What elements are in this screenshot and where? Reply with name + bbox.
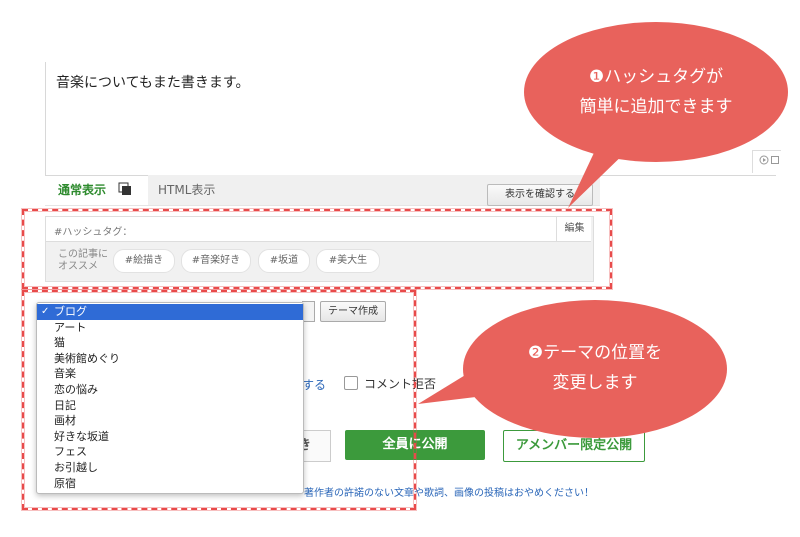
toggle-view-icon[interactable] — [118, 181, 132, 195]
tab-normal-view[interactable]: 通常表示 — [58, 181, 106, 198]
square-icon[interactable] — [771, 155, 779, 168]
mini-toolbar — [752, 150, 781, 173]
callout-2-line-2: 変更します — [552, 373, 638, 393]
editor-text[interactable]: 音楽についてもまた書きます。 — [56, 72, 249, 92]
callout-hashtag: ❶ハッシュタグが 簡単に追加できます — [524, 22, 788, 162]
highlight-frame-theme — [22, 290, 416, 510]
tab-html-view[interactable]: HTML表示 — [158, 181, 215, 198]
callout-2-line-1: ❷テーマの位置を — [527, 343, 663, 363]
play-circle-icon[interactable] — [759, 155, 769, 168]
callout-1-line-1: ❶ハッシュタグが — [588, 67, 724, 87]
callout-1-line-2: 簡単に追加できます — [579, 97, 733, 117]
highlight-frame-hashtag — [22, 209, 612, 289]
callout-theme: ❷テーマの位置を 変更します — [463, 300, 727, 438]
